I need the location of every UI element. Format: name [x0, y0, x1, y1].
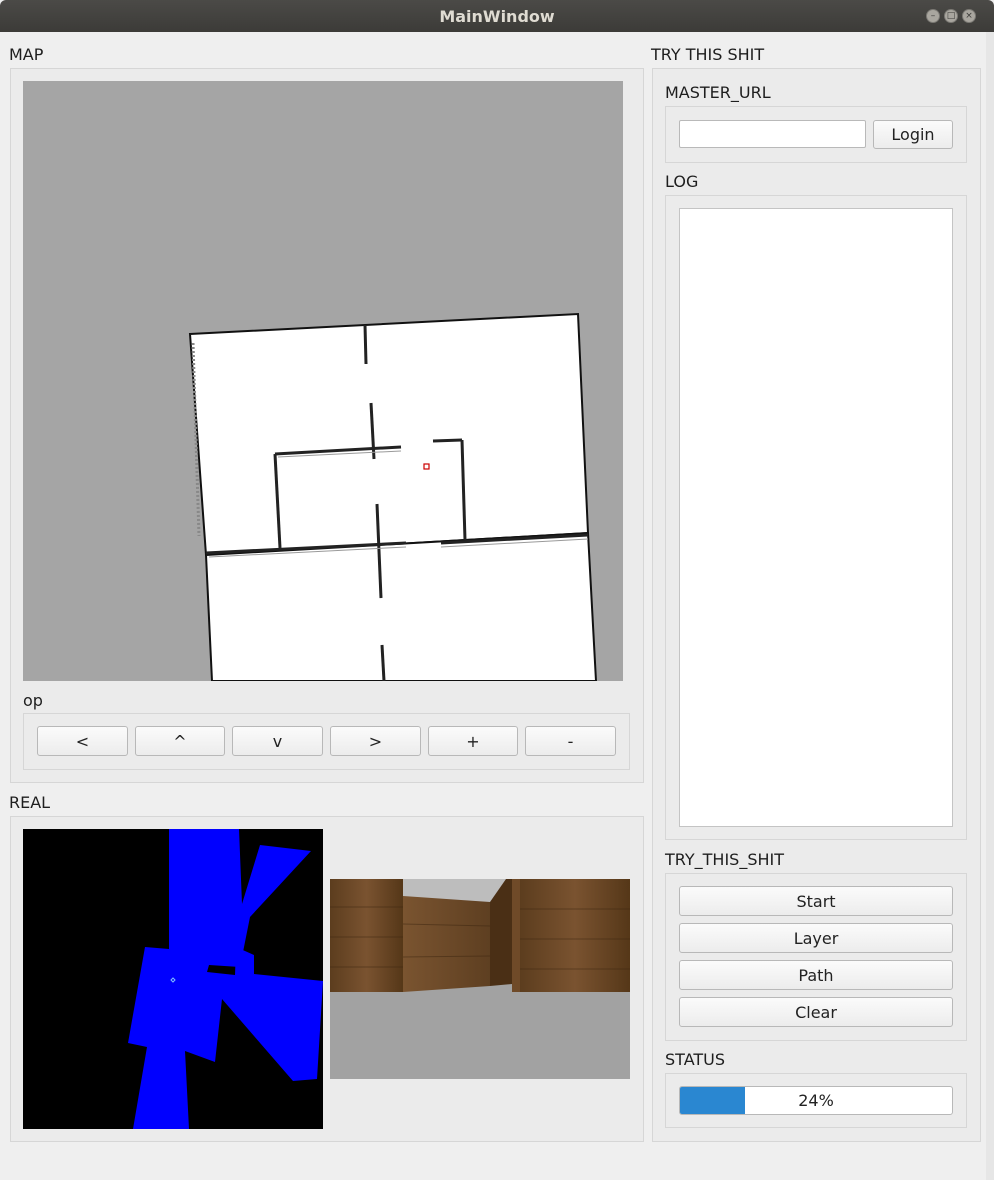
- path-button[interactable]: Path: [679, 960, 953, 990]
- pan-down-button[interactable]: v: [232, 726, 323, 756]
- title-bar: MainWindow – □ ×: [0, 0, 994, 32]
- pan-left-button[interactable]: <: [37, 726, 128, 756]
- layer-button[interactable]: Layer: [679, 923, 953, 953]
- master-url-label: MASTER_URL: [665, 83, 771, 102]
- room-upper: [188, 312, 590, 557]
- minimize-icon[interactable]: –: [926, 9, 940, 23]
- maximize-icon[interactable]: □: [944, 9, 958, 23]
- pan-up-button[interactable]: ^: [135, 726, 225, 756]
- zoom-out-button[interactable]: -: [525, 726, 616, 756]
- log-text-area[interactable]: [679, 208, 953, 827]
- room-lower: [204, 531, 598, 681]
- window-title: MainWindow: [439, 7, 555, 26]
- status-label: STATUS: [665, 1050, 726, 1069]
- pan-right-button[interactable]: >: [330, 726, 421, 756]
- zoom-in-button[interactable]: +: [428, 726, 518, 756]
- wall-center: [403, 896, 490, 992]
- wall-edge: [512, 879, 520, 992]
- actions-label: TRY_THIS_SHIT: [665, 850, 784, 869]
- op-group-label: op: [23, 691, 43, 710]
- camera-view: [330, 879, 630, 1079]
- log-label: LOG: [665, 172, 699, 191]
- login-button[interactable]: Login: [873, 120, 953, 149]
- right-group-label: TRY THIS SHIT: [651, 45, 765, 64]
- map-view[interactable]: [23, 81, 623, 681]
- status-progress-bar: 24%: [679, 1086, 953, 1115]
- map-group-label: MAP: [9, 45, 44, 64]
- wall-left: [330, 879, 403, 992]
- laser-scan-view: [23, 829, 323, 1129]
- master-url-input[interactable]: [679, 120, 866, 148]
- start-button[interactable]: Start: [679, 886, 953, 916]
- progress-text: 24%: [798, 1091, 834, 1110]
- real-group-label: REAL: [9, 793, 51, 812]
- wall-right: [520, 879, 630, 992]
- window-controls: – □ ×: [926, 9, 976, 23]
- close-icon[interactable]: ×: [962, 9, 976, 23]
- window-scrollbar[interactable]: [986, 32, 994, 1180]
- clear-button[interactable]: Clear: [679, 997, 953, 1027]
